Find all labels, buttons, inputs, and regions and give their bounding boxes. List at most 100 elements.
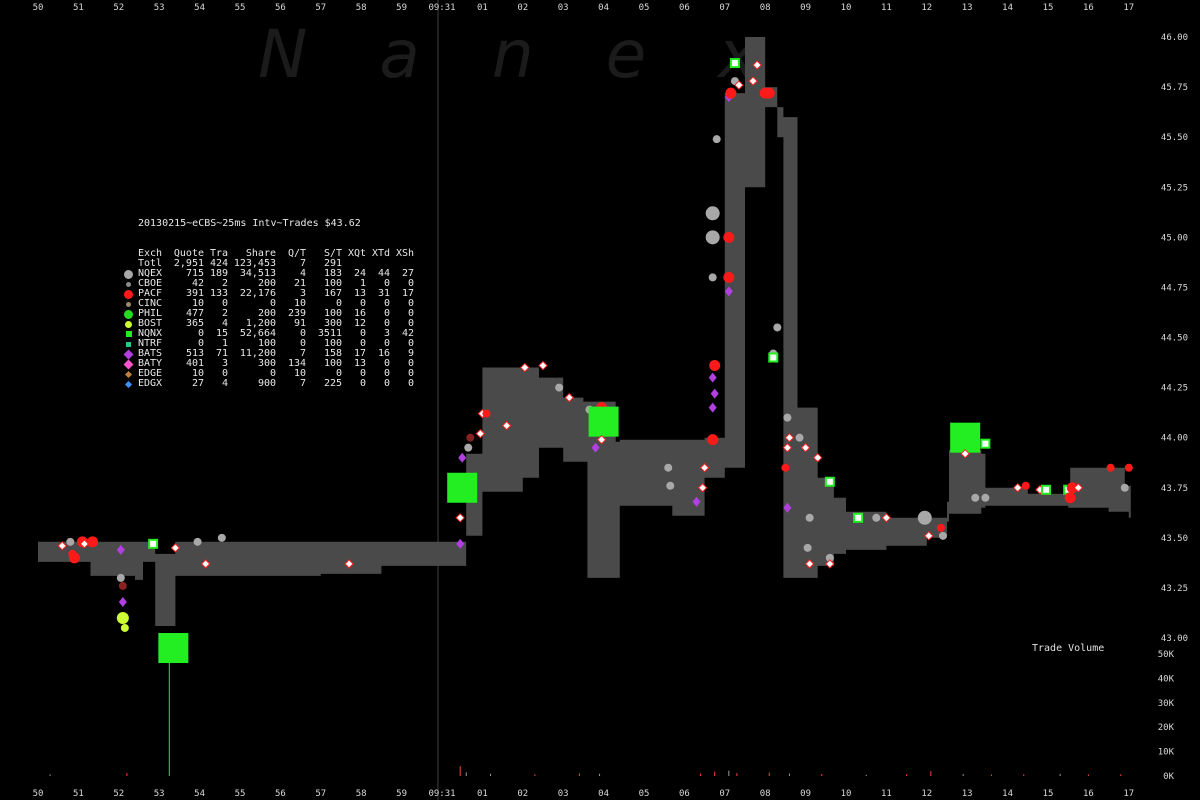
- x-tick-label: 52: [113, 3, 124, 13]
- trade-point: [87, 536, 99, 548]
- trade-point: [1064, 492, 1076, 504]
- x-tick-label: 08: [760, 3, 771, 13]
- x-tick-label: 56: [275, 789, 286, 799]
- x-tick-label: 53: [154, 3, 165, 13]
- trade-point: [938, 531, 947, 540]
- legend-marker-icon: [126, 341, 131, 347]
- trade-point: [768, 352, 779, 363]
- x-tick-label: 01: [477, 3, 488, 13]
- legend-cell: 900: [257, 378, 276, 389]
- y-tick-label: 45.75: [1161, 83, 1188, 93]
- legend-cell: 22,176: [239, 288, 276, 299]
- legend-total-row: Totl 2,951 424 123,453 7 291: [138, 259, 414, 269]
- x-tick-label: 03: [558, 3, 569, 13]
- trade-point: [710, 388, 719, 399]
- trade-point: [1106, 463, 1115, 472]
- legend-row: PHIL 477 2 200 239 100 16 0 0: [124, 309, 414, 319]
- trade-point: [120, 623, 129, 632]
- trade-point: [666, 481, 675, 490]
- trade-point: [705, 230, 720, 245]
- x-tick-label: 55: [235, 3, 246, 13]
- trade-point: [664, 463, 673, 472]
- y-tick-label: 44.00: [1161, 434, 1188, 444]
- x-tick-label: 11: [881, 3, 892, 13]
- chart-root: Nanex 50 50 51 51 52 52 53 53 54 54 55 55 56 56 57 57 58…: [0, 0, 1200, 800]
- x-tick-label: 06: [679, 3, 690, 13]
- trade-point: [447, 472, 478, 503]
- x-tick-label: 51: [73, 789, 84, 799]
- volume-layer: [49, 654, 1122, 776]
- trade-point: [1120, 483, 1129, 492]
- trade-point: [217, 533, 226, 542]
- legend-row: BOST 365 4 1,200 91 300 12 0 0: [125, 319, 414, 329]
- legend-cell: XTd: [371, 248, 390, 259]
- trade-point: [708, 372, 717, 383]
- x-tick-label: 02: [517, 3, 528, 13]
- legend-cell: XSh: [395, 248, 414, 259]
- y-tick-label: 43.50: [1161, 534, 1188, 544]
- trade-point: [917, 510, 932, 525]
- legend-cell: 0: [383, 378, 390, 389]
- legend-exchange: EDGX: [124, 379, 168, 389]
- legend-row: NQEX 715 189 34,513 4 183 24 44 27: [124, 269, 414, 279]
- trade-point: [464, 443, 473, 452]
- legend-marker-icon: [125, 320, 132, 328]
- legend-table: Exch Quote Tra Share Q/T S/T XQt XTd XSh Totl 2,95…: [123, 248, 414, 389]
- trade-point: [781, 463, 790, 472]
- x-tick-label: 13: [962, 789, 973, 799]
- x-tick-label: 03: [558, 789, 569, 799]
- trade-point: [824, 476, 835, 487]
- trade-point: [950, 422, 981, 453]
- trade-point: [116, 573, 125, 582]
- y-tick-label: 45.50: [1161, 133, 1188, 143]
- trade-point: [708, 273, 717, 282]
- trade-point: [555, 383, 564, 392]
- trade-point: [66, 537, 75, 546]
- x-tick-label: 10: [841, 789, 852, 799]
- y-tick-label: 30K: [1158, 699, 1175, 709]
- trade-point: [981, 493, 990, 502]
- trade-point: [723, 271, 735, 283]
- y-tick-label: 43.75: [1161, 484, 1188, 494]
- x-tick-label: 07: [719, 789, 730, 799]
- trade-point: [458, 452, 467, 463]
- x-tick-label: 15: [1043, 789, 1054, 799]
- x-tick-label: 09:31: [428, 789, 455, 799]
- x-tick-label: 06: [679, 789, 690, 799]
- x-tick-label: 09: [800, 789, 811, 799]
- legend-cell: 225: [323, 378, 342, 389]
- legend-cell: 27: [191, 378, 204, 389]
- x-tick-label: 12: [921, 789, 932, 799]
- x-tick-label: 51: [73, 3, 84, 13]
- x-tick-label: 58: [356, 789, 367, 799]
- x-tick-label: 17: [1123, 3, 1134, 13]
- trade-point: [853, 512, 864, 523]
- legend-row: CBOE 42 2 200 21 100 1 0 0: [126, 279, 414, 289]
- trade-point: [936, 523, 945, 532]
- trade-point: [712, 135, 721, 144]
- x-tick-label: 50: [33, 3, 44, 13]
- trade-point: [803, 543, 812, 552]
- x-tick-label: 02: [517, 789, 528, 799]
- legend-row: NTRF 0 1 100 0 100 0 0 0: [126, 339, 414, 349]
- trade-point: [980, 438, 991, 449]
- x-tick-label: 53: [154, 789, 165, 799]
- y-tick-label: 10K: [1158, 748, 1175, 758]
- trade-point: [729, 58, 740, 69]
- legend-cell: 4: [221, 378, 228, 389]
- legend-marker-icon: [124, 269, 133, 279]
- x-tick-label: 16: [1083, 3, 1094, 13]
- legend-row: EDGE 10 0 0 10 0 0 0 0: [124, 369, 414, 379]
- x-tick-label: 55: [235, 789, 246, 799]
- legend-cell: 7: [299, 378, 306, 389]
- legend-marker-icon: [124, 289, 133, 299]
- x-tick-label: 54: [194, 3, 205, 13]
- x-tick-label: 09: [800, 3, 811, 13]
- x-tick-label: 11: [881, 789, 892, 799]
- x-tick-label: 17: [1123, 789, 1134, 799]
- trade-point: [118, 596, 127, 607]
- legend-cell: 0: [359, 378, 366, 389]
- x-tick-label: 08: [760, 789, 771, 799]
- trade-point: [455, 513, 465, 523]
- x-tick-label: 16: [1083, 789, 1094, 799]
